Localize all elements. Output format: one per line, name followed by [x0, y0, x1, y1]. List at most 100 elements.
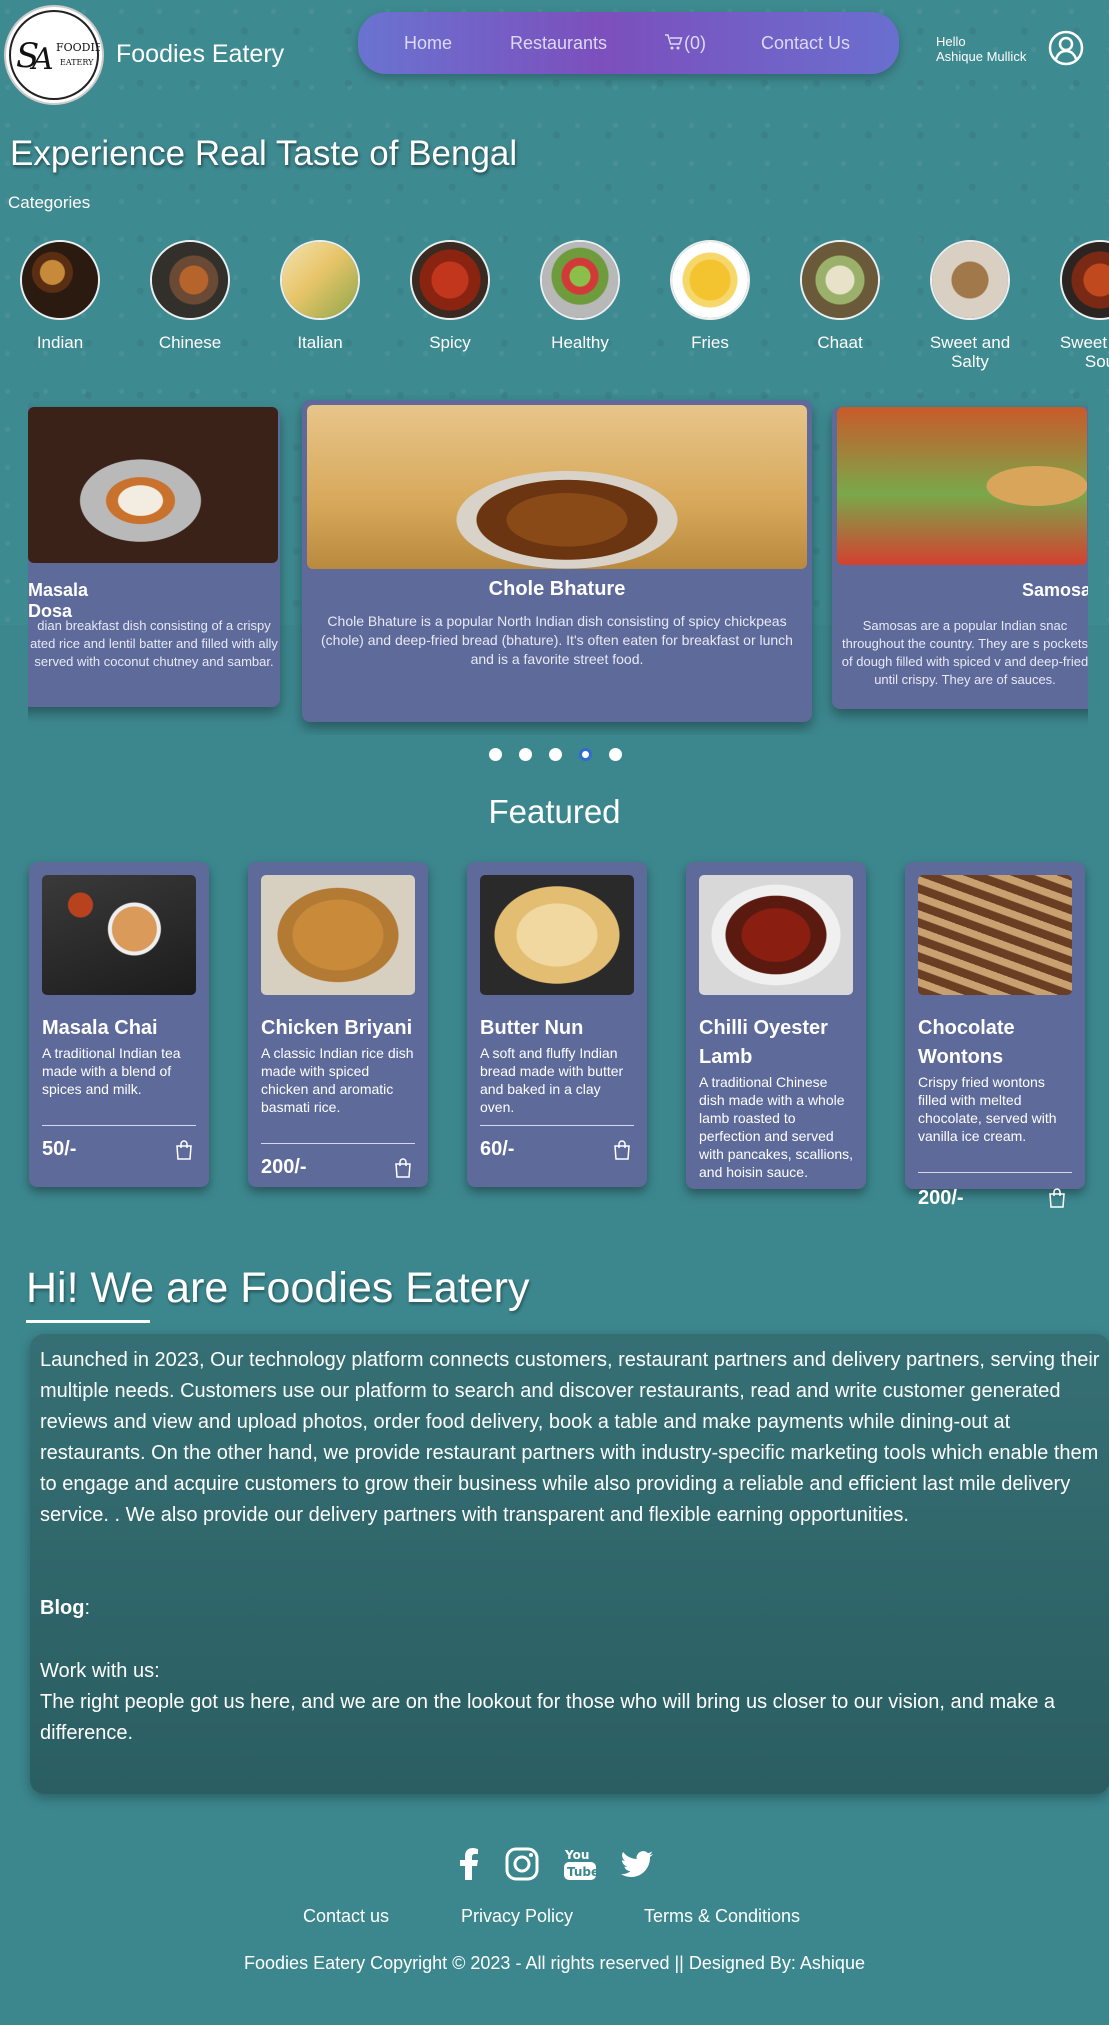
brand-name[interactable]: Foodies Eatery — [116, 40, 284, 69]
featured-card[interactable]: Chicken Briyani A classic Indian rice di… — [248, 862, 428, 1187]
carousel-slide[interactable]: Samosas Samosas are a popular Indian sna… — [832, 407, 1088, 709]
carousel-dot-active[interactable] — [579, 748, 592, 761]
instagram-icon[interactable] — [504, 1846, 540, 1882]
greeting-text: Hello — [936, 34, 966, 49]
category-label: Healthy — [551, 333, 609, 352]
featured-card[interactable]: Chilli Oyester Lamb A traditional Chines… — [686, 862, 866, 1189]
carousel-dot[interactable] — [519, 748, 532, 761]
category-label: Chaat — [817, 333, 863, 352]
card-image — [699, 875, 853, 995]
footer-contact-link[interactable]: Contact us — [303, 1906, 389, 1927]
card-description: A traditional Indian tea made with a ble… — [42, 1045, 181, 1097]
category-image — [540, 240, 620, 320]
category-image — [20, 240, 100, 320]
carousel-dot[interactable] — [489, 748, 502, 761]
category-image — [280, 240, 360, 320]
shopping-bag-icon[interactable] — [1048, 1188, 1066, 1208]
carousel-slide[interactable]: Masala Dosa dian breakfast dish consisti… — [28, 407, 280, 707]
svg-text:A: A — [29, 42, 54, 77]
category-image — [150, 240, 230, 320]
card-price: 50/- — [42, 1138, 77, 1160]
card-image — [918, 875, 1072, 995]
category-label: Sweet and Salty — [929, 333, 1011, 371]
copyright: Foodies Eatery Copyright © 2023 - All ri… — [244, 1953, 865, 1973]
slide-title: Masala Dosa — [28, 580, 89, 621]
youtube-icon[interactable]: You Tube — [562, 1846, 598, 1882]
featured-title: Featured — [488, 793, 621, 830]
nav-cart[interactable]: (0) — [664, 33, 706, 54]
featured-card[interactable]: Chocolate Wontons Crispy fried wontons f… — [905, 862, 1085, 1189]
blog-link[interactable]: Blog — [40, 1597, 84, 1619]
card-description: A classic Indian rice dish made with spi… — [261, 1045, 414, 1115]
svg-text:You: You — [564, 1848, 589, 1862]
blog-line: Blog: — [40, 1593, 1100, 1624]
shopping-bag-icon[interactable] — [613, 1140, 631, 1160]
card-price: 200/- — [261, 1156, 307, 1178]
footer-privacy-link[interactable]: Privacy Policy — [461, 1906, 573, 1927]
category-sweet-and-sour[interactable]: Sweet and Sou — [1045, 240, 1109, 371]
user-icon[interactable] — [1048, 30, 1084, 66]
about-title-underline — [26, 1320, 150, 1323]
card-description: A soft and fluffy Indian bread made with… — [480, 1045, 624, 1115]
about-panel: Launched in 2023, Our technology platfor… — [30, 1334, 1109, 1794]
slide-description: dian breakfast dish consisting of a cris… — [30, 618, 278, 669]
work-with-us-label: Work with us: — [40, 1660, 160, 1682]
work-with-us-text: The right people got us here, and we are… — [40, 1691, 1056, 1744]
featured-card[interactable]: Butter Nun A soft and fluffy Indian brea… — [467, 862, 647, 1187]
card-description: Crispy fried wontons filled with melted … — [918, 1074, 1057, 1144]
featured-card[interactable]: Masala Chai A traditional Indian tea mad… — [29, 862, 209, 1187]
dish-carousel[interactable]: Masala Dosa dian breakfast dish consisti… — [28, 395, 1088, 735]
main-nav: Home Restaurants (0) Contact Us — [358, 12, 899, 74]
category-image — [800, 240, 880, 320]
category-healthy[interactable]: Healthy — [525, 240, 635, 352]
slide-image — [28, 407, 278, 563]
card-title: Chilli Oyester Lamb — [699, 1017, 828, 1068]
card-divider — [261, 1143, 415, 1144]
card-price: 60/- — [480, 1138, 515, 1160]
card-title: Chocolate Wontons — [918, 1017, 1015, 1068]
category-italian[interactable]: Italian — [265, 240, 375, 352]
category-label: Chinese — [158, 333, 222, 352]
carousel-dot[interactable] — [609, 748, 622, 761]
category-sweet-and-salty[interactable]: Sweet and Salty — [915, 240, 1025, 371]
category-spicy[interactable]: Spicy — [395, 240, 505, 352]
about-intro: Launched in 2023, Our technology platfor… — [40, 1349, 1100, 1526]
category-fries[interactable]: Fries — [655, 240, 765, 352]
card-title: Masala Chai — [42, 1017, 158, 1039]
category-image — [670, 240, 750, 320]
twitter-icon[interactable] — [619, 1846, 655, 1882]
footer-terms-link[interactable]: Terms & Conditions — [644, 1906, 800, 1927]
category-label: Indian — [36, 333, 84, 352]
svg-text:EATERY: EATERY — [60, 58, 94, 67]
category-chaat[interactable]: Chaat — [785, 240, 895, 352]
card-image — [261, 875, 415, 995]
nav-restaurants[interactable]: Restaurants — [510, 33, 607, 54]
shopping-bag-icon[interactable] — [175, 1140, 193, 1160]
card-divider — [918, 1172, 1072, 1173]
slide-description: Samosas are a popular Indian snac throug… — [841, 618, 1088, 687]
category-chinese[interactable]: Chinese — [135, 240, 245, 352]
slide-title: Samosas — [1022, 580, 1088, 600]
card-divider — [42, 1125, 196, 1126]
card-title: Chicken Briyani — [261, 1017, 413, 1039]
svg-text:Tube: Tube — [567, 1865, 598, 1879]
nav-home[interactable]: Home — [404, 33, 452, 54]
svg-text:FOODIES: FOODIES — [56, 41, 100, 54]
category-label: Italian — [297, 333, 343, 352]
card-price: 200/- — [918, 1187, 964, 1209]
slide-image — [837, 407, 1087, 565]
category-label: Fries — [691, 333, 729, 352]
categories-label: Categories — [8, 193, 91, 212]
nav-contact[interactable]: Contact Us — [761, 33, 850, 54]
category-indian[interactable]: Indian — [5, 240, 115, 352]
category-image — [410, 240, 490, 320]
carousel-dot[interactable] — [549, 748, 562, 761]
shopping-bag-icon[interactable] — [394, 1158, 412, 1178]
card-image — [480, 875, 634, 995]
card-divider — [480, 1125, 634, 1126]
carousel-slide-active[interactable]: Chole Bhature Chole Bhature is a popular… — [302, 400, 812, 722]
about-title: Hi! We are Foodies Eatery — [26, 1264, 530, 1312]
site-logo[interactable]: S A FOODIES EATERY — [4, 5, 104, 105]
hero-title: Experience Real Taste of Bengal — [10, 134, 518, 173]
facebook-icon[interactable] — [452, 1846, 488, 1882]
